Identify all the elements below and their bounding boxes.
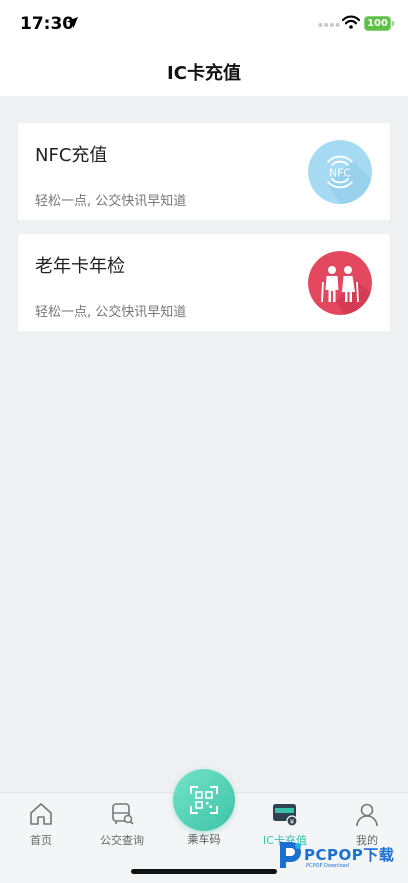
qr-code-icon [190, 786, 218, 814]
tab-label: 首页 [30, 834, 52, 847]
nfc-icon-label: NFC [329, 167, 352, 180]
status-bar: 17:30 100 [0, 0, 408, 50]
watermark-subtext: PCPOP Download [306, 863, 349, 869]
card-recharge-icon: ¥ [273, 804, 298, 827]
elderly-couple-icon [308, 251, 372, 315]
ride-code-button[interactable] [173, 769, 235, 831]
nfc-recharge-card[interactable]: NFC充值 轻松一点, 公交快讯早知道 NFC [18, 123, 390, 220]
cellular-signal-icon [318, 23, 340, 27]
tab-home[interactable]: 首页 [1, 793, 81, 853]
home-indicator [131, 869, 277, 874]
watermark: PCPOP下载 PCPOP Download [276, 838, 402, 874]
battery-tip [392, 21, 394, 26]
svg-text:¥: ¥ [290, 818, 295, 826]
home-icon [30, 803, 52, 825]
bus-search-icon [112, 803, 134, 825]
card-subtitle: 轻松一点, 公交快讯早知道 [35, 194, 187, 209]
senior-card-inspection-card[interactable]: 老年卡年检 轻松一点, 公交快讯早知道 [18, 234, 390, 331]
pcpop-logo-icon [280, 842, 301, 868]
wifi-icon [342, 15, 360, 29]
battery-indicator: 100 [364, 16, 391, 31]
tab-bus-search[interactable]: 公交查询 [82, 793, 162, 853]
card-subtitle: 轻松一点, 公交快讯早知道 [35, 305, 187, 320]
profile-icon [356, 803, 378, 827]
header: 17:30 100 IC卡充值 [0, 0, 408, 96]
nfc-icon: NFC [308, 140, 372, 204]
watermark-text: PCPOP下载 [304, 846, 395, 864]
tab-label: 公交查询 [100, 834, 144, 847]
page-title: IC卡充值 [167, 63, 241, 84]
card-title: 老年卡年检 [35, 256, 125, 277]
ride-code-label: 乘车码 [187, 833, 221, 846]
card-title: NFC充值 [35, 145, 108, 166]
location-arrow-icon [66, 16, 79, 29]
